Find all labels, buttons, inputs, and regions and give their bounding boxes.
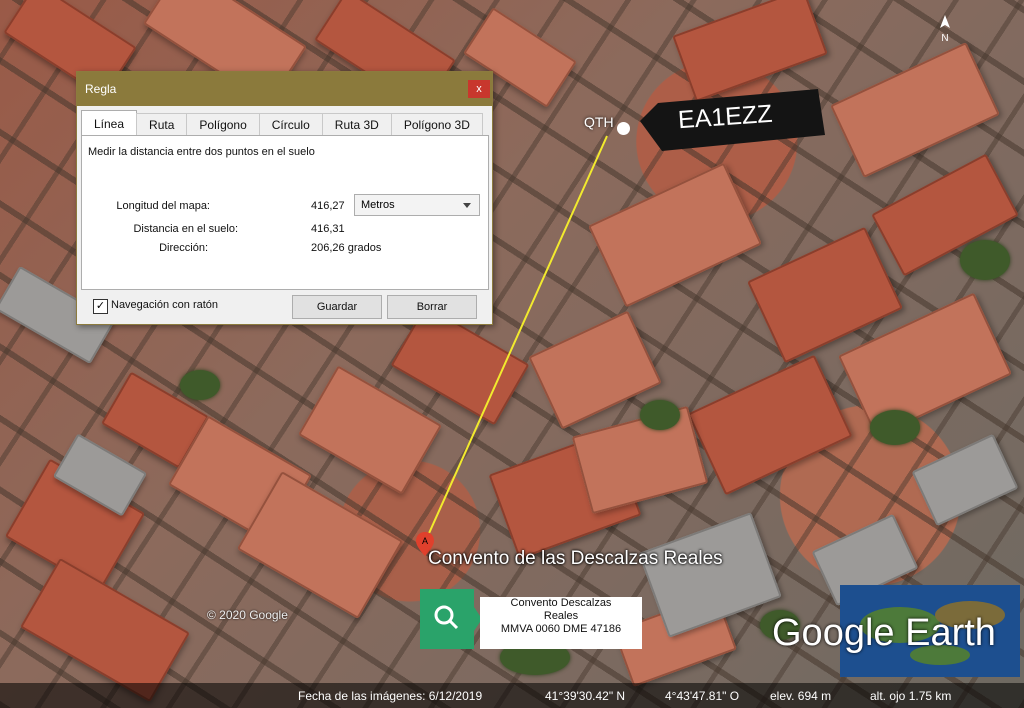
place-info-line1: Convento Descalzas bbox=[510, 597, 612, 609]
description-text: Medir la distancia entre dos puntos en e… bbox=[88, 146, 315, 158]
compass-arrow-icon bbox=[940, 15, 950, 28]
place-info-line2: Reales bbox=[543, 610, 579, 622]
mouse-navigation-label[interactable]: Navegación con ratón bbox=[111, 299, 218, 311]
clear-button[interactable]: Borrar bbox=[387, 295, 477, 319]
ground-distance-value: 416,31 bbox=[311, 223, 345, 235]
longitude: 4°43'47.81" O bbox=[665, 689, 740, 703]
map-length-label: Longitud del mapa: bbox=[116, 200, 210, 212]
qth-label: QTH bbox=[584, 114, 614, 130]
tab-bar: Línea Ruta Polígono Círculo Ruta 3D Polí… bbox=[81, 110, 483, 136]
status-bar: Fecha de las imágenes: 6/12/2019 41°39'3… bbox=[0, 683, 1024, 708]
place-info-text: Convento Descalzas Reales MMVA 0060 DME … bbox=[480, 597, 642, 649]
chevron-down-icon bbox=[463, 203, 471, 208]
compass-letter: N bbox=[941, 33, 949, 44]
close-button[interactable]: x bbox=[468, 80, 490, 98]
place-info-card[interactable]: Convento Descalzas Reales MMVA 0060 DME … bbox=[420, 589, 642, 649]
dialog-title: Regla bbox=[85, 82, 117, 96]
tab-ruta[interactable]: Ruta bbox=[136, 113, 188, 136]
tab-poligono-3d[interactable]: Polígono 3D bbox=[390, 113, 483, 136]
dialog-titlebar[interactable]: Regla x bbox=[77, 72, 492, 106]
close-icon: x bbox=[476, 83, 482, 95]
callsign-callout: EA1EZZ bbox=[640, 89, 825, 153]
elevation: elev. 694 m bbox=[770, 689, 832, 703]
imagery-date: Fecha de las imágenes: 6/12/2019 bbox=[298, 689, 483, 703]
unit-select[interactable]: Metros bbox=[354, 194, 480, 216]
latitude: 41°39'30.42" N bbox=[545, 689, 626, 703]
search-button[interactable] bbox=[420, 589, 474, 649]
mouse-navigation-checkbox[interactable]: ✓ bbox=[93, 299, 108, 314]
direction-value: 206,26 grados bbox=[311, 242, 382, 254]
tab-panel: Medir la distancia entre dos puntos en e… bbox=[81, 135, 489, 290]
tab-ruta-3d[interactable]: Ruta 3D bbox=[321, 113, 392, 136]
google-earth-logo: Google Earth bbox=[772, 612, 996, 654]
compass[interactable]: N bbox=[937, 14, 953, 44]
unit-select-value: Metros bbox=[361, 199, 395, 211]
tab-poligono[interactable]: Polígono bbox=[186, 113, 260, 136]
place-label[interactable]: Convento de las Descalzas Reales bbox=[428, 548, 723, 570]
dialog-footer: ✓ Navegación con ratón Guardar Borrar bbox=[77, 294, 492, 324]
tab-circulo[interactable]: Círculo bbox=[258, 113, 323, 136]
save-button[interactable]: Guardar bbox=[292, 295, 382, 319]
pin-letter: A bbox=[422, 536, 428, 546]
direction-label: Dirección: bbox=[159, 242, 208, 254]
ground-distance-label: Distancia en el suelo: bbox=[133, 223, 238, 235]
qth-marker[interactable] bbox=[617, 122, 630, 135]
search-icon bbox=[434, 605, 459, 630]
ruler-dialog: Regla x Línea Ruta Polígono Círculo Ruta… bbox=[76, 71, 493, 325]
eye-altitude: alt. ojo 1.75 km bbox=[870, 689, 952, 703]
place-info-line3: MMVA 0060 DME 47186 bbox=[500, 623, 622, 635]
map-length-value: 416,27 bbox=[311, 200, 345, 212]
copyright-text: © 2020 Google bbox=[207, 608, 288, 622]
tab-linea[interactable]: Línea bbox=[81, 110, 138, 136]
